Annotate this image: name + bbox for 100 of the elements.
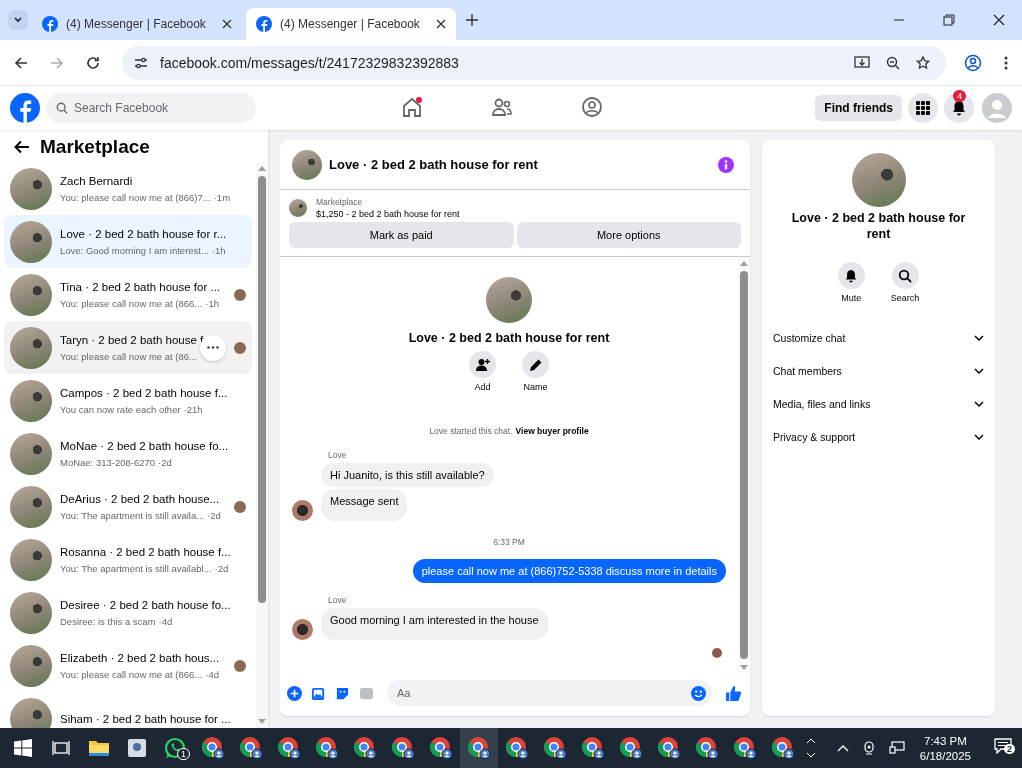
plus-icon[interactable] (287, 685, 302, 701)
conversation-item[interactable]: MoNae · 2 bed 2 bath house fo... MoNae: 313-208-6270 ·2d (4, 427, 252, 480)
search-field[interactable]: Search Facebook (46, 93, 256, 123)
details-action-button[interactable] (891, 262, 919, 290)
photo-placeholder (292, 149, 322, 180)
conversation-item[interactable]: Zach Bernardi You: please call now me at (866)7... ·1m (4, 162, 252, 215)
add-person-icon (475, 357, 490, 372)
close-icon[interactable] (993, 14, 1005, 26)
browser-tab[interactable]: (4) Messenger | Facebook (246, 8, 456, 40)
clock-date[interactable]: 6/18/2025 (919, 749, 971, 762)
browser-icon (277, 736, 301, 760)
photo-placeholder (10, 432, 52, 475)
listing-title[interactable]: $1,250 - 2 bed 2 bath house for rent (316, 209, 460, 219)
folder-icon (88, 739, 110, 757)
sticker-icon[interactable] (335, 685, 350, 701)
view-buyer-profile-link[interactable]: View buyer profile (515, 426, 589, 436)
address-bar[interactable]: facebook.com/messages/t/24172329832392883 (122, 45, 946, 80)
conversation-item[interactable]: DeArius · 2 bed 2 bath house... You: The apartment is still availa... ·2d (4, 480, 252, 533)
notification-badge: 4 (953, 90, 967, 102)
browser-tab[interactable]: (4) Messenger | Facebook (32, 8, 242, 40)
intro-action-label: Add (474, 382, 491, 392)
conversation-item[interactable]: Rosanna · 2 bed 2 bath house f... You: The apartment is still availabl... ·2d (4, 533, 252, 586)
sender-avatar (292, 619, 313, 640)
browser-icon (429, 736, 453, 760)
profile-icon[interactable] (964, 53, 982, 72)
seen-avatar (234, 341, 246, 354)
back-icon[interactable] (14, 55, 28, 70)
facebook-logo-icon[interactable] (10, 93, 40, 123)
browser-icon (505, 736, 529, 760)
network-icon[interactable] (888, 741, 905, 755)
message-bubble: Message sent (321, 489, 408, 521)
photo-placeholder (10, 326, 52, 369)
tab-list-button[interactable] (8, 10, 28, 30)
browser-icon (581, 736, 605, 760)
restore-icon[interactable] (943, 14, 955, 26)
image-icon[interactable] (311, 685, 326, 701)
conversation-item[interactable]: Elizabeth · 2 bed 2 bath hous... You: please call now me at (866... ·4d (4, 639, 252, 692)
message-time: ·2d (158, 456, 172, 468)
intro-action-button[interactable] (469, 351, 496, 378)
message-time: ·4d (158, 615, 173, 627)
read-receipt-avatar (712, 648, 722, 658)
details-section[interactable]: Customize chat (773, 321, 984, 355)
info-icon[interactable] (718, 156, 734, 173)
zoom-icon[interactable] (886, 55, 900, 70)
taskbar-app[interactable]: 1 (156, 728, 194, 768)
conversation-item[interactable]: Campos · 2 bed 2 bath house f... You can now rate each other ·21h (4, 374, 252, 427)
search-icon (56, 102, 68, 114)
message-time: ·1m (213, 191, 231, 203)
find-friends-button[interactable]: Find friends (815, 95, 902, 121)
message-preview: You: The apartment is still availa... (60, 509, 205, 521)
thumbs-up-icon[interactable] (725, 684, 742, 702)
scrollbar-thumb[interactable] (258, 176, 266, 604)
details-section[interactable]: Chat members (773, 354, 984, 388)
notifications-button[interactable] (944, 93, 974, 123)
groups-icon (581, 95, 603, 118)
back-arrow-icon[interactable] (14, 140, 30, 154)
bookmark-star-icon[interactable] (916, 55, 930, 70)
taskbar-app[interactable] (460, 728, 498, 768)
more-button[interactable] (200, 334, 226, 361)
notification-count: 2 (1004, 744, 1015, 754)
chevron-up-icon[interactable] (836, 744, 849, 752)
details-section[interactable]: Media, files and links (773, 387, 984, 421)
message-time: ·2d (207, 509, 221, 521)
more-icon (207, 346, 219, 349)
photo-placeholder (10, 167, 52, 210)
clock-time[interactable]: 7:43 PM (924, 734, 967, 747)
details-action-button[interactable] (837, 262, 865, 290)
conversation-item[interactable]: Love · 2 bed 2 bath house for r... Love: Good morning I am interest... ·1h (4, 215, 252, 268)
message-input[interactable]: Aa (387, 680, 712, 706)
facebook-icon (42, 16, 58, 32)
conversation-item[interactable]: Tina · 2 bed 2 bath house for ... You: please call now me at (866... ·1h (4, 268, 252, 321)
site-settings-icon[interactable] (134, 55, 148, 70)
details-action-label: Search (890, 293, 920, 304)
listing-action-button[interactable]: Mark as paid (289, 222, 514, 248)
close-icon[interactable] (222, 19, 232, 29)
conversation-item[interactable]: Desiree · 2 bed 2 bath house fo... Desiree: is this a scam ·4d (4, 586, 252, 639)
photo-placeholder (851, 153, 906, 207)
close-icon[interactable] (436, 19, 446, 29)
scrollbar-thumb[interactable] (740, 271, 748, 660)
message-bubble: Good morning I am interested in the house (321, 608, 548, 640)
install-icon[interactable] (854, 55, 870, 70)
emoji-icon[interactable] (691, 685, 706, 701)
conversation-name: Campos · 2 bed 2 bath house f... (60, 386, 229, 399)
chat-details-title: Love · 2 bed 2 bath house for rent (790, 211, 967, 243)
menu-button[interactable] (908, 93, 938, 123)
conversation-name: Elizabeth · 2 bed 2 bath hous... (60, 651, 221, 664)
message-bubble: please call now me at (866)752-5338 discuss more in details (412, 559, 726, 583)
menu-icon[interactable] (1004, 55, 1008, 70)
new-tab-icon[interactable] (466, 14, 478, 26)
intro-action-button[interactable] (522, 351, 549, 378)
webcam-icon[interactable] (861, 740, 876, 756)
message-preview: You: please call now me at (866... (60, 668, 203, 680)
windows-start-icon[interactable] (14, 739, 32, 757)
chat-intro-title: Love · 2 bed 2 bath house for rent (408, 331, 610, 345)
photo-placeholder (289, 199, 307, 217)
reload-icon[interactable] (86, 55, 100, 70)
details-section[interactable]: Privacy & support (773, 420, 984, 454)
photo-placeholder (10, 220, 52, 263)
listing-action-button[interactable]: More options (516, 222, 741, 248)
sender-name: Love (328, 450, 348, 460)
